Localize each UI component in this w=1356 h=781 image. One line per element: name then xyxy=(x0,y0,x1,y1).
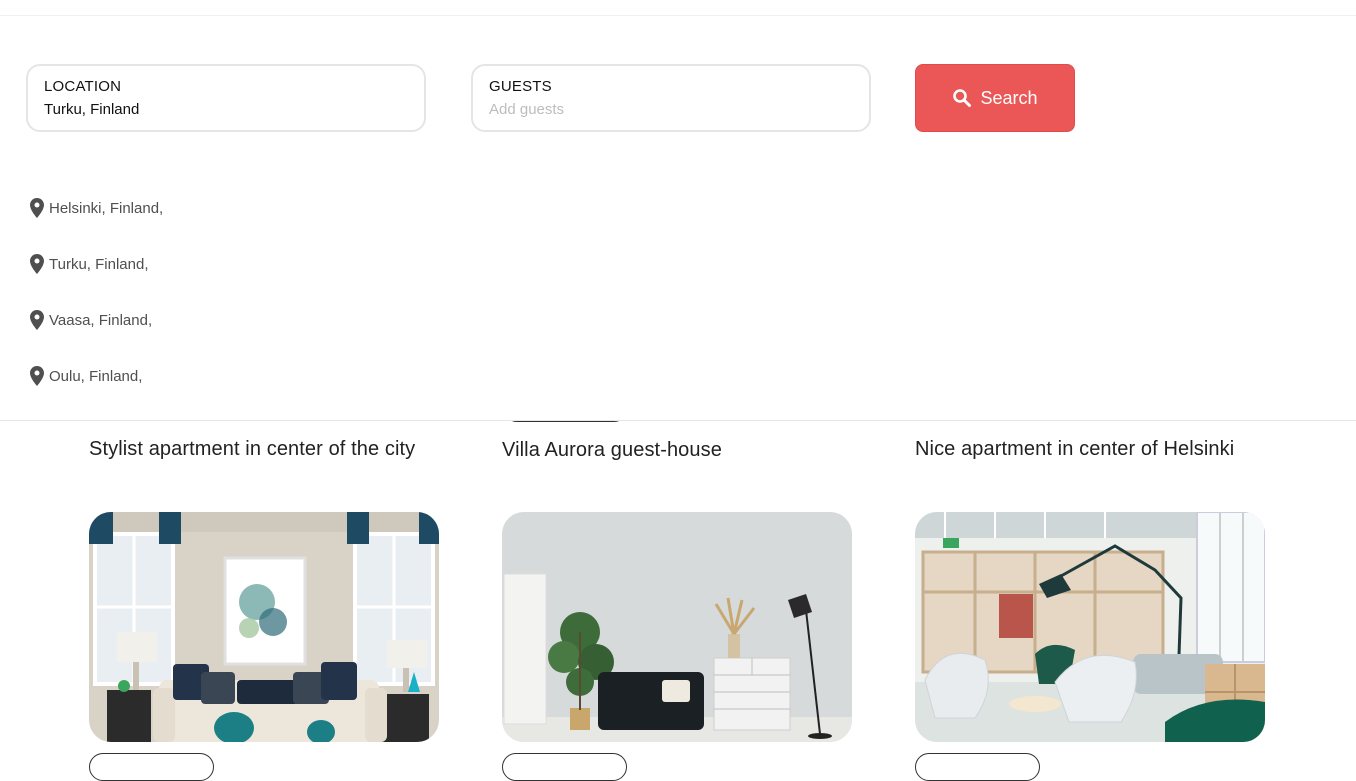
map-pin-icon xyxy=(30,254,44,274)
suggestion-label: Turku, Finland, xyxy=(49,255,149,273)
suggestion-vaasa[interactable]: Vaasa, Finland, xyxy=(30,292,163,348)
listing-title[interactable]: Villa Aurora guest-house xyxy=(502,439,852,462)
guests-field[interactable]: GUESTS Add guests xyxy=(471,64,871,132)
suggestion-oulu[interactable]: Oulu, Finland, xyxy=(30,348,163,404)
guests-label: GUESTS xyxy=(489,78,552,95)
map-pin-icon xyxy=(30,366,44,386)
listing-photo[interactable] xyxy=(89,512,439,742)
superhost-badge xyxy=(502,753,627,781)
map-pin-icon xyxy=(30,310,44,330)
superhost-badge xyxy=(915,753,1040,781)
location-suggestions: Helsinki, Finland, Turku, Finland, Vaasa… xyxy=(30,180,163,404)
suggestion-label: Helsinki, Finland, xyxy=(49,199,164,217)
listing-photo[interactable] xyxy=(502,512,852,742)
listing-title[interactable]: Stylist apartment in center of the city xyxy=(89,438,439,461)
suggestion-label: Vaasa, Finland, xyxy=(49,311,153,329)
search-icon xyxy=(953,89,972,107)
location-value[interactable]: Turku, Finland xyxy=(44,101,408,118)
listing-title[interactable]: Nice apartment in center of Helsinki xyxy=(915,438,1265,461)
listing-photo[interactable] xyxy=(915,512,1265,742)
search-panel: LOCATION Turku, Finland GUESTS Add guest… xyxy=(0,16,1356,421)
suggestion-turku[interactable]: Turku, Finland, xyxy=(30,236,163,292)
superhost-badge xyxy=(89,753,214,781)
suggestion-label: Oulu, Finland, xyxy=(49,367,143,385)
search-button-label: Search xyxy=(980,87,1038,108)
location-label: LOCATION xyxy=(44,78,122,95)
map-pin-icon xyxy=(30,198,44,218)
location-field[interactable]: LOCATION Turku, Finland xyxy=(26,64,426,132)
header-bar xyxy=(0,0,1356,16)
listing-card[interactable]: Villa Aurora guest-house xyxy=(502,439,852,462)
search-button[interactable]: Search xyxy=(915,64,1075,132)
listing-card[interactable]: Nice apartment in center of Helsinki xyxy=(915,438,1265,461)
suggestion-helsinki[interactable]: Helsinki, Finland, xyxy=(30,180,163,236)
guests-placeholder[interactable]: Add guests xyxy=(489,101,853,118)
listing-card[interactable]: Stylist apartment in center of the city xyxy=(89,438,439,461)
